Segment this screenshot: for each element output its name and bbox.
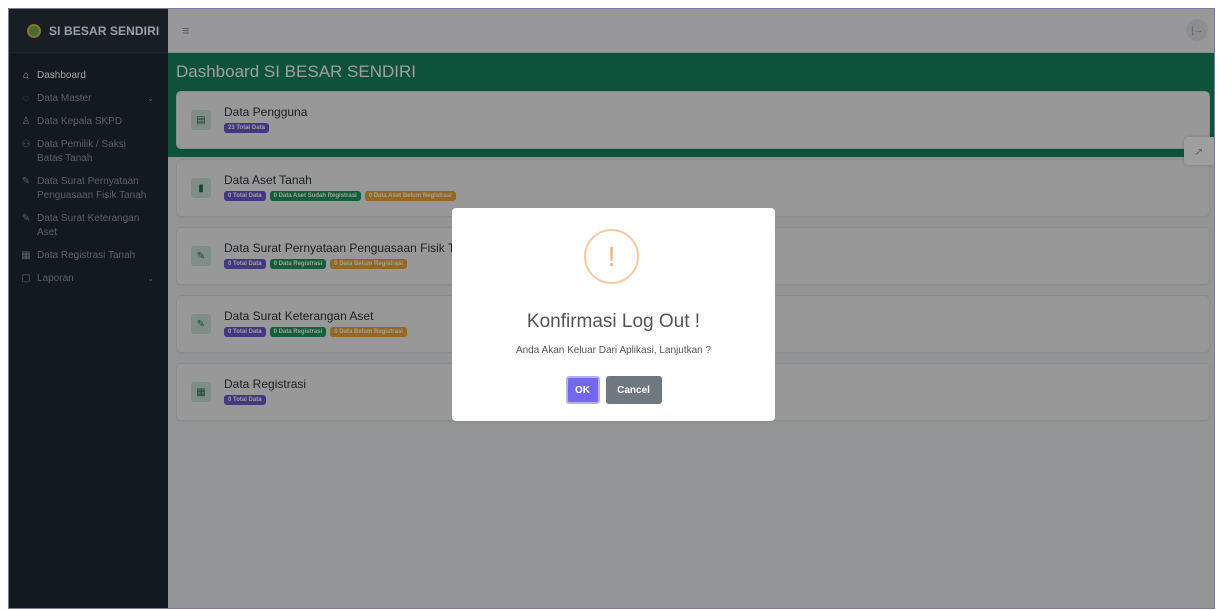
dialog-title: Konfirmasi Log Out !: [526, 311, 701, 332]
dialog-actions: OK Cancel: [452, 376, 775, 404]
warning-icon: !: [584, 229, 639, 284]
dialog-message: Anda Akan Keluar Dari Aplikasi, Lanjutka…: [515, 345, 712, 356]
logout-confirm-dialog: ! Konfirmasi Log Out ! Anda Akan Keluar …: [452, 208, 775, 421]
cancel-button[interactable]: Cancel: [605, 376, 662, 404]
app-window: SI BESAR SENDIRI ⌂ Dashboard ◌ Data Mast…: [8, 8, 1215, 609]
ok-button[interactable]: OK: [565, 376, 600, 404]
